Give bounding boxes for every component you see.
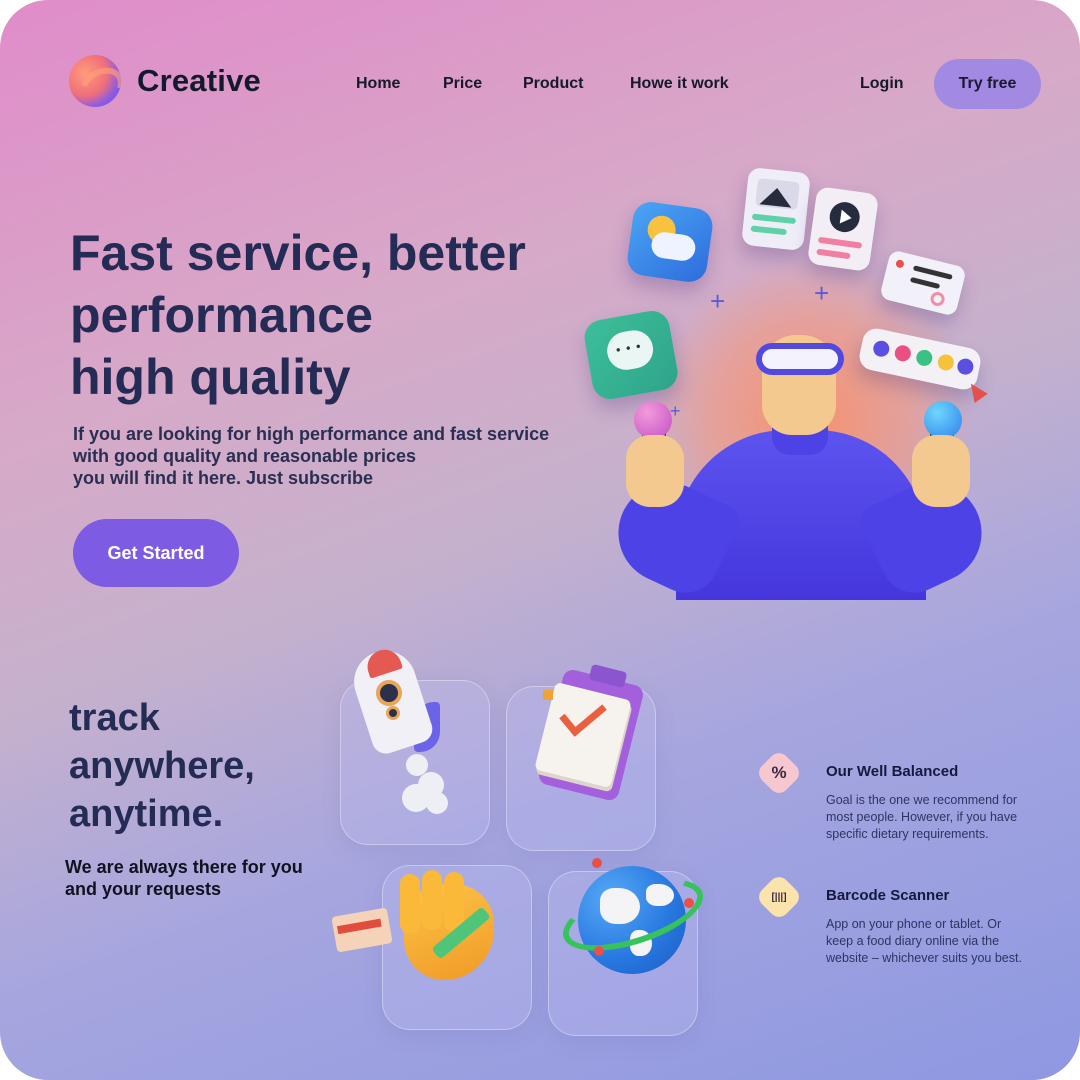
brand-name: Creative xyxy=(137,63,261,98)
nav-product[interactable]: Product xyxy=(523,75,583,93)
get-started-button[interactable]: Get Started xyxy=(73,519,239,587)
clipboard-check-icon xyxy=(534,663,646,803)
hero-title-line: Fast service, better xyxy=(70,225,526,281)
hero-subtitle-line: with good quality and reasonable prices xyxy=(73,446,417,466)
image-card-icon xyxy=(741,166,811,252)
hero-subtitle: If you are looking for high performance … xyxy=(73,423,593,489)
video-card-icon xyxy=(806,186,880,272)
controller-icon xyxy=(634,401,672,439)
controller-icon xyxy=(924,401,962,439)
track-title-line: anytime. xyxy=(69,793,224,835)
try-free-button[interactable]: Try free xyxy=(934,59,1041,109)
percent-icon: % xyxy=(754,748,804,798)
nav-how-it-works[interactable]: Howe it work xyxy=(630,75,729,93)
track-subtitle-line: and your requests xyxy=(65,879,222,899)
nav-home[interactable]: Home xyxy=(356,75,400,93)
feature-description: Goal is the one we recommend for most pe… xyxy=(826,793,1018,841)
vr-person-illustration xyxy=(602,335,998,604)
track-title: track anywhere, anytime. xyxy=(69,694,255,838)
hero-title: Fast service, better performance high qu… xyxy=(70,222,590,408)
logo-mark-icon xyxy=(69,55,121,107)
plus-icon: + xyxy=(814,278,830,308)
plus-icon: + xyxy=(710,286,726,316)
hero-illustration: + + + + xyxy=(580,160,1000,610)
feature-title: Our Well Balanced xyxy=(826,763,959,780)
hero-subtitle-line: you will find it here. Just subscribe xyxy=(73,468,374,488)
track-subtitle-line: We are always there for you xyxy=(65,857,303,877)
globe-icon xyxy=(554,858,712,978)
barcode-scan-icon: [|||] xyxy=(754,872,804,922)
feature-description: App on your phone or tablet. Or keep a f… xyxy=(826,917,1022,965)
hand-pencil-icon xyxy=(331,870,524,980)
rocket-icon xyxy=(346,642,456,820)
feature-title: Barcode Scanner xyxy=(826,887,950,904)
track-title-line: anywhere, xyxy=(69,745,255,787)
landing-page: Creative Home Price Product Howe it work… xyxy=(0,0,1080,1080)
track-title-line: track xyxy=(69,697,160,739)
track-subtitle: We are always there for you and your req… xyxy=(65,856,303,900)
hero-title-line: high quality xyxy=(70,349,351,405)
hero-title-line: performance xyxy=(70,287,373,343)
login-link[interactable]: Login xyxy=(860,75,904,93)
weather-icon xyxy=(625,199,715,285)
vr-headset-icon xyxy=(756,343,844,375)
nav-price[interactable]: Price xyxy=(443,75,482,93)
brand-logo[interactable]: Creative xyxy=(69,55,261,107)
hero-subtitle-line: If you are looking for high performance … xyxy=(73,424,550,444)
